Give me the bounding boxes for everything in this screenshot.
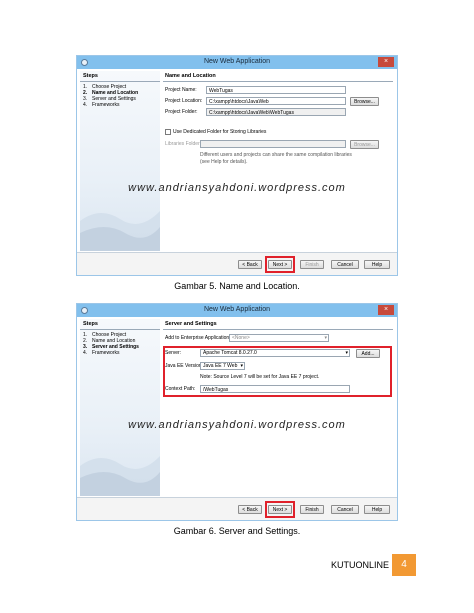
- steps-title: Steps: [80, 71, 160, 82]
- close-button[interactable]: ×: [378, 305, 394, 315]
- help-button[interactable]: Help: [364, 260, 390, 269]
- project-folder-label: Project Folder:: [165, 109, 198, 115]
- project-location-input[interactable]: C:\xampp\htdocs\JavaWeb: [206, 97, 346, 105]
- steps-list: 1. Choose Project 2. Name and Location 3. S…: [80, 84, 160, 108]
- steps-panel: Steps 1. Choose Project 2. Name and Locati…: [80, 319, 160, 496]
- step-item: 4. Frameworks: [83, 102, 120, 108]
- steps-title: Steps: [80, 319, 160, 330]
- decorative-wave-graphic: [80, 456, 160, 496]
- new-web-application-dialog-server-settings: New Web Application × Steps 1. Choose Pro…: [76, 303, 398, 521]
- title-bar: New Web Application ×: [77, 56, 397, 69]
- cancel-button[interactable]: Cancel: [331, 260, 359, 269]
- server-settings-highlight-box: [163, 346, 392, 397]
- page-number-badge: 4: [392, 554, 416, 576]
- title-bar: New Web Application ×: [77, 304, 397, 317]
- next-highlight-box: [265, 501, 295, 518]
- back-button[interactable]: < Back: [238, 260, 262, 269]
- button-bar: < Back Next > Finish Cancel Help: [77, 252, 397, 275]
- help-text-line1: Different users and projects can share t…: [200, 152, 352, 158]
- watermark-url: www.andriansyahdoni.wordpress.com: [128, 182, 346, 194]
- project-folder-field: C:\xampp\htdocs\JavaWeb\WebTugas: [206, 108, 346, 116]
- footer-brand: KUTUONLINE: [331, 560, 390, 570]
- project-location-label: Project Location:: [165, 98, 203, 104]
- new-web-application-dialog-name-location: New Web Application × Steps 1. Choose Pro…: [76, 55, 398, 276]
- steps-list: 1. Choose Project 2. Name and Location 3. S…: [80, 332, 160, 356]
- finish-button[interactable]: Finish: [300, 505, 324, 514]
- next-highlight-box: [265, 256, 295, 273]
- figure-caption-5: Gambar 5. Name and Location.: [174, 281, 300, 291]
- name-location-panel: Name and Location Project Name: WebTugas…: [163, 71, 393, 251]
- libraries-folder-input[interactable]: [200, 140, 346, 148]
- help-button[interactable]: Help: [364, 505, 390, 514]
- dedicated-folder-checkbox[interactable]: [165, 129, 171, 135]
- panel-title: Server and Settings: [163, 319, 393, 330]
- browse-location-button[interactable]: Browse...: [350, 97, 379, 106]
- close-button[interactable]: ×: [378, 57, 394, 67]
- help-text-line2: (see Help for details).: [200, 159, 248, 165]
- button-bar: < Back Next > Finish Cancel Help: [77, 497, 397, 520]
- step-item: 4. Frameworks: [83, 350, 120, 356]
- libraries-folder-label: Libraries Folder:: [165, 141, 202, 147]
- watermark-url: www.andriansyahdoni.wordpress.com: [128, 419, 346, 431]
- figure-caption-6: Gambar 6. Server and Settings.: [173, 526, 301, 536]
- enterprise-app-label: Add to Enterprise Application:: [165, 335, 231, 341]
- dedicated-folder-label: Use Dedicated Folder for Storing Librari…: [173, 129, 267, 135]
- enterprise-app-select[interactable]: <None> ▾: [229, 334, 329, 342]
- panel-title: Name and Location: [163, 71, 393, 82]
- browse-libraries-button[interactable]: Browse...: [350, 140, 379, 149]
- window-title: New Web Application: [203, 306, 271, 313]
- finish-button[interactable]: Finish: [300, 260, 324, 269]
- project-name-label: Project Name:: [165, 87, 197, 93]
- back-button[interactable]: < Back: [238, 505, 262, 514]
- chevron-down-icon: ▾: [324, 335, 327, 341]
- window-title: New Web Application: [203, 58, 271, 65]
- project-name-input[interactable]: WebTugas: [206, 86, 346, 94]
- cancel-button[interactable]: Cancel: [331, 505, 359, 514]
- steps-panel: Steps 1. Choose Project 2. Name and Locati…: [80, 71, 160, 251]
